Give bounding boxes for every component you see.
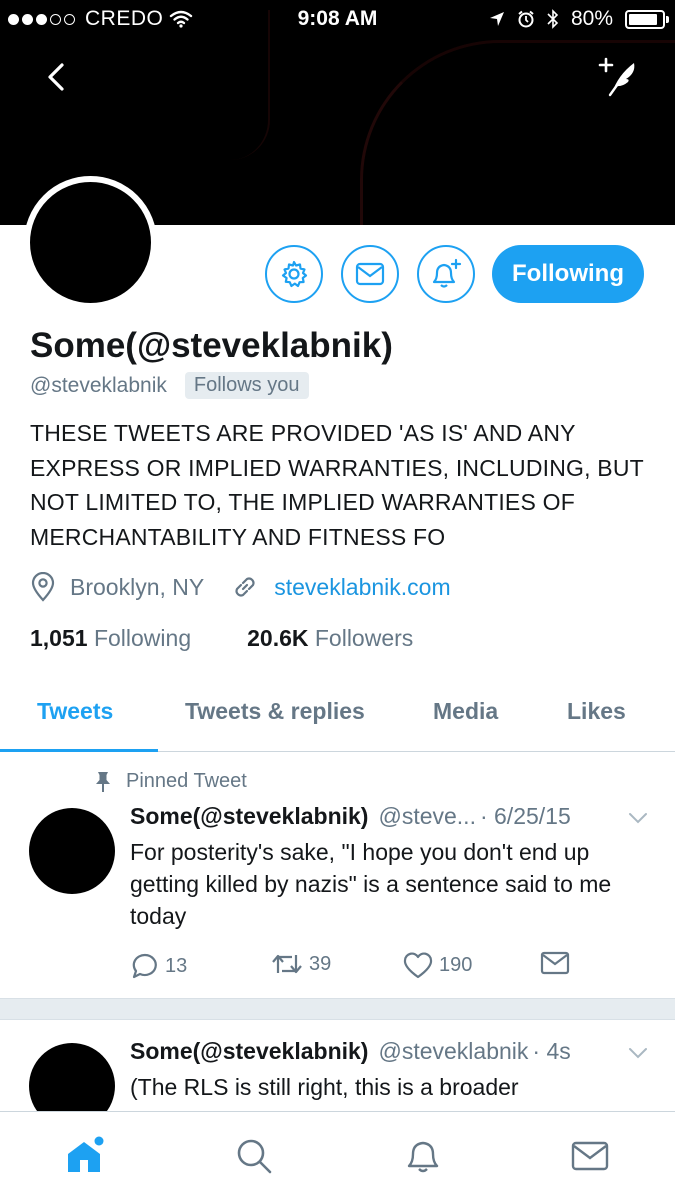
tab-tweets[interactable]: Tweets [37, 698, 113, 725]
chevron-down-icon[interactable] [627, 811, 649, 825]
search-icon [237, 1139, 272, 1174]
profile-bio: THESE TWEETS ARE PROVIDED 'AS IS' AND AN… [30, 420, 644, 550]
tweet-text: For posterity's sake, "I hope you don't … [130, 839, 612, 929]
following-count-label: Following [93, 625, 192, 651]
direct-message-button[interactable] [540, 951, 570, 975]
heart-icon [403, 952, 433, 979]
tweet-author-handle: @steve... [378, 803, 476, 829]
pin-icon [96, 771, 110, 792]
following-button[interactable]: Following [492, 245, 644, 303]
reply-button[interactable]: 13 [130, 951, 187, 981]
compose-tweet-button[interactable] [592, 55, 642, 99]
tab-tweets-and-replies[interactable]: Tweets & replies [185, 698, 365, 725]
tweet-author-name[interactable]: Some(@steveklabnik) [130, 1038, 368, 1065]
like-count: 190 [439, 953, 473, 976]
retweet-icon [272, 954, 302, 974]
alarm-icon [518, 10, 534, 28]
profile-website-link[interactable]: steveklabnik.com [274, 574, 450, 601]
profile-tabs: Tweets Tweets & replies Media Likes [0, 688, 675, 752]
followers-count-value: 20.6K [247, 625, 309, 651]
tweet-text: (The RLS is still right, this is a broad… [130, 1074, 519, 1100]
profile-location: Brooklyn, NY [70, 573, 205, 600]
pinned-tweet-label: Pinned Tweet [94, 770, 247, 793]
settings-button[interactable] [265, 245, 323, 303]
notifications-toggle-button[interactable] [417, 245, 475, 303]
retweet-count: 39 [309, 952, 332, 975]
tweet-date: · 4s [532, 1038, 571, 1064]
back-button[interactable] [36, 55, 80, 99]
tweet-divider [0, 998, 675, 1020]
envelope-icon [540, 951, 570, 975]
link-icon [235, 577, 255, 597]
location-arrow-icon [489, 12, 504, 26]
tweet-date: · 6/25/15 [479, 803, 571, 829]
home-icon [68, 1136, 104, 1172]
follows-you-badge: Follows you [184, 372, 309, 399]
following-count[interactable]: 1,051 Following [30, 625, 191, 652]
tab-messages[interactable] [568, 1134, 612, 1178]
tweet-header: Some(@steveklabnik) @steveklabnik · 4s [130, 1038, 571, 1065]
active-tab-indicator [0, 749, 158, 752]
bluetooth-icon [547, 9, 559, 29]
envelope-icon [355, 262, 385, 286]
profile-name: Some(@steveklabnik) [30, 326, 393, 365]
tab-likes[interactable]: Likes [567, 698, 626, 725]
retweet-button[interactable]: 39 [270, 951, 331, 977]
following-count-value: 1,051 [30, 625, 88, 651]
profile-counts: 1,051 Following 20.6K Followers [30, 625, 413, 652]
tab-home[interactable] [64, 1134, 108, 1178]
bottom-tab-bar [0, 1111, 675, 1200]
tweet-header: Some(@steveklabnik) @steve... · 6/25/15 [130, 803, 571, 830]
reply-count: 13 [165, 954, 188, 977]
followers-count-label: Followers [314, 625, 414, 651]
tweet-avatar[interactable] [29, 808, 115, 894]
profile-meta: Brooklyn, NY steveklabnik.com [30, 572, 451, 602]
profile-actions: Following [0, 245, 675, 303]
battery-icon [625, 9, 669, 29]
tab-media[interactable]: Media [433, 698, 498, 725]
like-button[interactable]: 190 [402, 951, 472, 979]
chevron-down-icon[interactable] [627, 1046, 649, 1060]
tweet-author-name[interactable]: Some(@steveklabnik) [130, 803, 368, 830]
tab-notifications[interactable] [401, 1134, 445, 1178]
bell-plus-icon [432, 258, 462, 288]
reply-bubble-icon [132, 953, 157, 979]
tweet-actions: 13 39 190 [130, 951, 650, 981]
tab-search[interactable] [232, 1134, 276, 1178]
add-feather-icon [598, 57, 635, 97]
chevron-left-icon [48, 63, 64, 91]
pinned-label-text: Pinned Tweet [126, 770, 247, 792]
profile-handle-row: @steveklabnik Follows you [30, 372, 309, 399]
battery-percent: 80% [570, 7, 613, 30]
bell-icon [407, 1141, 439, 1173]
location-pin-icon [31, 572, 55, 602]
envelope-icon [571, 1141, 609, 1171]
followers-count[interactable]: 20.6K Followers [247, 625, 413, 652]
tweet-author-handle: @steveklabnik [378, 1038, 529, 1064]
message-button[interactable] [341, 245, 399, 303]
profile-handle: @steveklabnik [30, 373, 167, 397]
status-bar: CREDO 9:08 AM 80% [0, 0, 675, 38]
gear-icon [281, 260, 308, 288]
